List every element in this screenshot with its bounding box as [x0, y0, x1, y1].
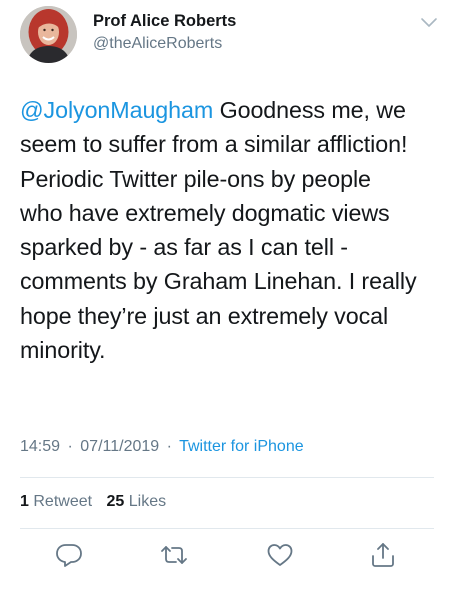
retweets-stat[interactable]: 1 Retweet	[20, 493, 92, 510]
author-display-name[interactable]: Prof Alice Roberts	[93, 12, 236, 31]
chevron-down-icon[interactable]	[418, 14, 440, 30]
tweet-stats: 1 Retweet 25 Likes	[20, 493, 166, 511]
likes-stat[interactable]: 25 Likes	[107, 493, 167, 510]
meta-separator: ·	[67, 438, 73, 455]
tweet-line: hope they’re just an extremely vocal	[20, 302, 389, 329]
tweet-date[interactable]: 07/11/2019	[80, 438, 159, 455]
retweets-label: Retweet	[33, 493, 93, 510]
tweet-line: seem to suffer from a similar affliction…	[20, 131, 408, 158]
tweet-line: who have extremely dogmatic views	[20, 199, 390, 226]
tweet-meta: 14:59 · 07/11/2019 · Twitter for iPhone	[20, 438, 304, 456]
mention-link[interactable]: @JolyonMaugham	[20, 97, 213, 123]
tweet-line: @JolyonMaugham Goodness me, we	[20, 93, 440, 127]
meta-separator: ·	[166, 438, 172, 455]
tweet-source-link[interactable]: Twitter for iPhone	[179, 438, 304, 455]
tweet-line: minority.	[20, 337, 106, 364]
likes-label: Likes	[128, 493, 167, 510]
tweet-line: Periodic Twitter pile-ons by people	[20, 165, 371, 192]
tweet-line: sparked by - as far as I can tell -	[20, 234, 348, 261]
tweet-line: comments by Graham Linehan. I really	[20, 268, 417, 295]
tweet-time[interactable]: 14:59	[20, 438, 60, 455]
likes-count: 25	[106, 493, 125, 510]
like-icon[interactable]	[266, 542, 294, 568]
profile-photo-icon	[20, 6, 77, 63]
author-handle[interactable]: @theAliceRoberts	[93, 35, 222, 53]
retweet-icon[interactable]	[160, 542, 188, 568]
divider	[20, 528, 434, 529]
share-icon[interactable]	[369, 542, 397, 568]
reply-icon[interactable]	[55, 542, 83, 568]
tweet-line-text: Goodness me, we	[213, 97, 406, 123]
retweets-count: 1	[20, 493, 29, 510]
tweet-text: @JolyonMaugham Goodness me, we seem to s…	[20, 93, 440, 367]
avatar[interactable]	[20, 6, 77, 63]
divider	[20, 477, 434, 478]
